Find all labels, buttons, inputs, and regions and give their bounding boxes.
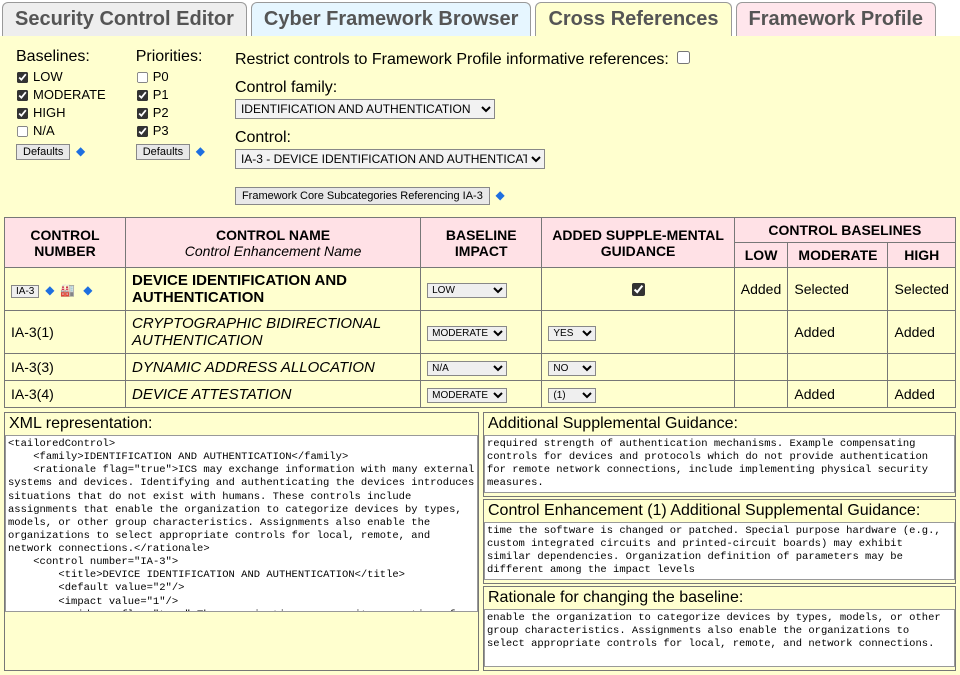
xml-panel: XML representation:	[4, 412, 479, 671]
tab-cross-references[interactable]: Cross References	[535, 2, 731, 36]
restrict-checkbox[interactable]	[677, 51, 690, 64]
priority-p2[interactable]: P2	[136, 104, 205, 122]
ce-textarea[interactable]	[484, 522, 955, 580]
control-id: IA-3(3)	[5, 354, 126, 381]
info-diamond-icon[interactable]: ◆	[45, 283, 54, 297]
bottom-panels: XML representation: Additional Supplemen…	[0, 412, 960, 675]
table-row: IA-3(4) DEVICE ATTESTATION MODERATE (1) …	[5, 381, 956, 408]
subcategories-button[interactable]: Framework Core Subcategories Referencing…	[235, 187, 490, 205]
cell-moderate	[788, 354, 888, 381]
baseline-na[interactable]: N/A	[16, 122, 106, 140]
baseline-low[interactable]: LOW	[16, 68, 106, 86]
cell-low: Added	[734, 268, 788, 311]
restrict-label: Restrict controls to Framework Profile i…	[235, 51, 669, 68]
control-select[interactable]: IA-3 - DEVICE IDENTIFICATION AND AUTHENT…	[235, 149, 545, 169]
col-high: HIGH	[888, 243, 956, 268]
enhancement-title: DYNAMIC ADDRESS ALLOCATION	[132, 359, 375, 376]
info-diamond-icon[interactable]: ◆	[76, 144, 85, 158]
rationale-title: Rationale for changing the baseline:	[484, 587, 955, 609]
xml-textarea[interactable]	[5, 435, 478, 612]
priorities-defaults-button[interactable]: Defaults	[136, 144, 190, 160]
cell-moderate: Added	[788, 311, 888, 354]
priorities-group: Priorities: P0 P1 P2 P3 Defaults ◆	[136, 48, 205, 205]
priority-p1[interactable]: P1	[136, 86, 205, 104]
tab-framework-profile[interactable]: Framework Profile	[736, 2, 937, 36]
supp-select[interactable]: NO	[548, 361, 596, 376]
baselines-group: Baselines: LOW MODERATE HIGH N/A Default…	[16, 48, 106, 205]
table-row: IA-3 ◆ 🏭 ◆ DEVICE IDENTIFICATION AND AUT…	[5, 268, 956, 311]
xml-title: XML representation:	[5, 413, 478, 435]
asg-title: Additional Supplemental Guidance:	[484, 413, 955, 435]
ce-title: Control Enhancement (1) Additional Suppl…	[484, 500, 955, 522]
supp-guidance-checkbox[interactable]	[632, 283, 645, 296]
priority-p3[interactable]: P3	[136, 122, 205, 140]
baseline-high[interactable]: HIGH	[16, 104, 106, 122]
priority-p0[interactable]: P0	[136, 68, 205, 86]
restrict-row: Restrict controls to Framework Profile i…	[235, 48, 944, 69]
col-control-baselines: CONTROL BASELINES	[734, 218, 955, 243]
control-family-select[interactable]: IDENTIFICATION AND AUTHENTICATION	[235, 99, 495, 119]
cell-low	[734, 311, 788, 354]
cell-high: Added	[888, 381, 956, 408]
info-diamond-icon[interactable]: ◆	[83, 283, 92, 297]
controls-table: CONTROL NUMBER CONTROL NAME Control Enha…	[4, 217, 956, 408]
asg-textarea[interactable]	[484, 435, 955, 493]
cell-moderate: Added	[788, 381, 888, 408]
tab-bar: Security Control Editor Cyber Framework …	[0, 0, 960, 36]
control-id: IA-3(4)	[5, 381, 126, 408]
col-low: LOW	[734, 243, 788, 268]
priorities-label: Priorities:	[136, 48, 205, 66]
control-selectors: Restrict controls to Framework Profile i…	[235, 48, 944, 205]
col-added-supplemental: ADDED SUPPLE-MENTAL GUIDANCE	[542, 218, 734, 268]
control-title: DEVICE IDENTIFICATION AND AUTHENTICATION	[132, 272, 347, 306]
cell-high: Added	[888, 311, 956, 354]
impact-select[interactable]: MODERATE	[427, 326, 507, 341]
info-diamond-icon[interactable]: ◆	[495, 188, 504, 202]
impact-select[interactable]: LOW	[427, 283, 507, 298]
control-label: Control:	[235, 129, 944, 147]
asg-panel: Additional Supplemental Guidance:	[483, 412, 956, 497]
cell-high	[888, 354, 956, 381]
tab-cyber-framework-browser[interactable]: Cyber Framework Browser	[251, 2, 532, 36]
info-diamond-icon[interactable]: ◆	[196, 144, 205, 158]
cell-low	[734, 354, 788, 381]
table-row: IA-3(3) DYNAMIC ADDRESS ALLOCATION N/A N…	[5, 354, 956, 381]
cell-high: Selected	[888, 268, 956, 311]
baseline-moderate[interactable]: MODERATE	[16, 86, 106, 104]
impact-select[interactable]: MODERATE	[427, 388, 507, 403]
control-id: IA-3(1)	[5, 311, 126, 354]
supp-select[interactable]: (1)	[548, 388, 596, 403]
rationale-panel: Rationale for changing the baseline:	[483, 586, 956, 671]
tab-security-control-editor[interactable]: Security Control Editor	[2, 2, 247, 36]
col-control-name: CONTROL NAME Control Enhancement Name	[126, 218, 421, 268]
enhancement-title: CRYPTOGRAPHIC BIDIRECTIONAL AUTHENTICATI…	[132, 315, 381, 349]
cell-low	[734, 381, 788, 408]
ce-asg-panel: Control Enhancement (1) Additional Suppl…	[483, 499, 956, 584]
impact-select[interactable]: N/A	[427, 361, 507, 376]
factory-icon[interactable]: 🏭	[60, 283, 75, 297]
cell-moderate: Selected	[788, 268, 888, 311]
baselines-defaults-button[interactable]: Defaults	[16, 144, 70, 160]
col-control-number: CONTROL NUMBER	[5, 218, 126, 268]
table-row: IA-3(1) CRYPTOGRAPHIC BIDIRECTIONAL AUTH…	[5, 311, 956, 354]
filter-panel: Baselines: LOW MODERATE HIGH N/A Default…	[0, 36, 960, 213]
baselines-label: Baselines:	[16, 48, 106, 66]
control-family-label: Control family:	[235, 79, 944, 97]
control-id-button[interactable]: IA-3	[11, 285, 39, 298]
col-baseline-impact: BASELINE IMPACT	[421, 218, 542, 268]
enhancement-title: DEVICE ATTESTATION	[132, 386, 291, 403]
col-moderate: MODERATE	[788, 243, 888, 268]
rationale-textarea[interactable]	[484, 609, 955, 667]
supp-select[interactable]: YES	[548, 326, 596, 341]
